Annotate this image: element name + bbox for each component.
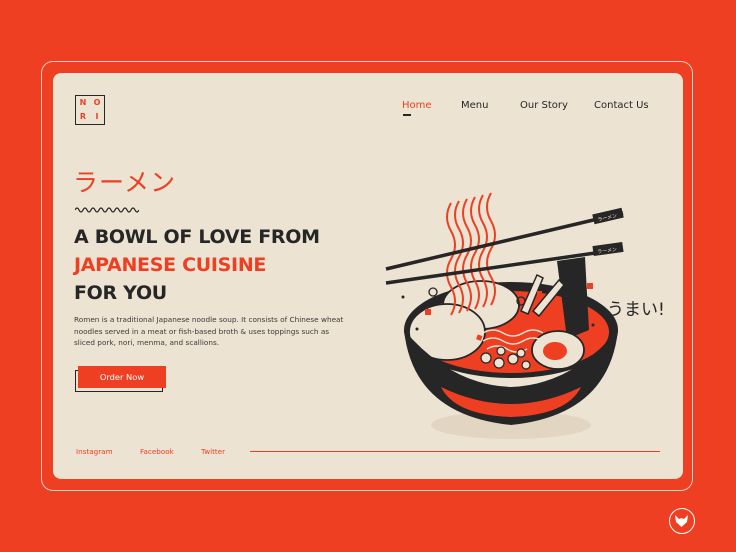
headline-line-1: A BOWL OF LOVE FROM (74, 226, 320, 248)
twitter-link[interactable]: Twitter (201, 447, 225, 456)
instagram-link[interactable]: Instagram (76, 447, 113, 456)
logo-letter: O (93, 98, 101, 107)
ramen-bowl-illustration: ラーメン ラーメン うまい! (385, 192, 665, 439)
japanese-title: ラーメン (73, 168, 177, 197)
chopsticks: ラーメン ラーメン (385, 207, 624, 285)
logo-letter: I (95, 112, 99, 121)
umai-exclamation: うまい! (607, 300, 665, 320)
facebook-link[interactable]: Facebook (140, 447, 174, 456)
logo-letter: N (79, 98, 87, 107)
order-now-button[interactable]: Order Now (78, 366, 166, 388)
brand-logo[interactable]: N O R I (75, 95, 105, 125)
egg-yolk (543, 342, 567, 360)
headline-line-3: FOR YOU (74, 282, 167, 304)
nav-menu[interactable]: Menu (461, 100, 488, 111)
fox-badge-icon (669, 508, 695, 534)
wave-divider (75, 207, 139, 213)
nav-home[interactable]: Home (402, 100, 432, 111)
nav-our-story[interactable]: Our Story (520, 100, 568, 111)
landing-card: N O R I Home Menu Our Story Contact Us ラ… (53, 73, 683, 479)
headline-line-2: JAPANESE CUISINE (74, 254, 267, 276)
nav-contact-us[interactable]: Contact Us (594, 100, 649, 111)
hero-headline: A BOWL OF LOVE FROM JAPANESE CUISINE FOR… (74, 223, 320, 307)
hero-description: Romen is a traditional Japanese noodle s… (74, 315, 344, 348)
logo-letter: R (79, 112, 87, 121)
nav-active-indicator (403, 114, 411, 116)
